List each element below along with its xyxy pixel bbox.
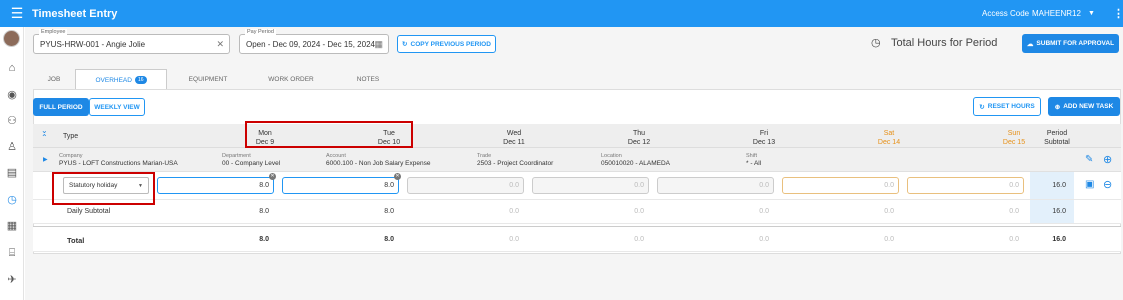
timer-icon[interactable]: ◷ <box>5 193 19 207</box>
clock-icon: ◷ <box>871 37 881 49</box>
tab-job[interactable]: JOB <box>33 69 75 90</box>
highlight-box-days <box>245 121 413 148</box>
employee-field[interactable]: Employee PYUS-HRW-001 - Angie Jolie ✕ <box>33 29 230 54</box>
flight-icon[interactable]: ✈ <box>5 273 19 287</box>
expand-icon[interactable]: ▶ <box>43 156 48 163</box>
hours-input-thu[interactable]: 0.0 <box>532 177 649 194</box>
app-title: Timesheet Entry <box>32 7 118 20</box>
edit-icon[interactable]: ✎ <box>1085 154 1093 165</box>
weekly-view-button[interactable]: WEEKLY VIEW <box>89 98 145 116</box>
calendar-icon[interactable]: ▦ <box>374 39 383 50</box>
period-subtotal-header: Period Subtotal <box>1044 130 1070 146</box>
total-row: Total 8.0 8.0 0.0 0.0 0.0 0.0 0.0 16.0 <box>33 226 1121 252</box>
hours-input-sat[interactable]: 0.0 <box>782 177 899 194</box>
reset-hours-button[interactable]: ↻ RESET HOURS <box>973 97 1041 116</box>
people-icon[interactable]: ⚇ <box>5 114 19 128</box>
hours-input-wed[interactable]: 0.0 <box>407 177 524 194</box>
day-header-sat: Sat Dec 14 <box>877 130 901 146</box>
tab-overhead[interactable]: OVERHEAD 16 <box>75 69 167 90</box>
daily-subtotal-row: Daily Subtotal 8.0 8.0 0.0 0.0 0.0 0.0 0… <box>33 200 1121 224</box>
add-circle-icon[interactable]: ⊕ <box>1103 153 1112 166</box>
hours-input-fri[interactable]: 0.0 <box>657 177 774 194</box>
more-vert-icon[interactable]: ⋮ <box>1113 7 1123 20</box>
access-code-label: Access Code <box>982 9 1030 18</box>
clear-icon[interactable]: ✕ <box>269 173 276 180</box>
add-circle-icon: ⊕ <box>1054 103 1061 111</box>
timesheet-grid: ⌄ ⌃ Type Mon Dec 9 Tue Dec 10 Wed Dec 11 Thu… <box>33 124 1121 254</box>
home-icon[interactable]: ⌂ <box>5 61 19 75</box>
task-group-row: ▶ Company PYUS - LOFT Constructions Maria… <box>33 148 1121 172</box>
access-code-value[interactable]: MAHEENR12 <box>1032 9 1081 18</box>
clear-icon[interactable]: ✕ <box>394 173 401 180</box>
calendar-icon[interactable]: ▦ <box>5 219 19 233</box>
day-header-thu: Thu Dec 12 <box>627 130 651 146</box>
refresh-icon: ↻ <box>979 103 985 111</box>
remove-circle-icon[interactable]: ⊖ <box>1103 178 1112 191</box>
account-icon[interactable]: ◉ <box>5 88 19 102</box>
chevron-down-icon[interactable]: ▼ <box>1088 10 1095 17</box>
tab-bar: JOB OVERHEAD 16 EQUIPMENT WORK ORDER NOTE… <box>33 69 403 90</box>
highlight-box-type <box>52 172 155 205</box>
comment-icon[interactable]: ▣ <box>1085 179 1094 190</box>
day-header-sun: Sun Dec 15 <box>1002 130 1026 146</box>
bank-icon[interactable]: ⌸ <box>5 246 19 260</box>
pay-period-field[interactable]: Pay Period Open - Dec 09, 2024 - Dec 15,… <box>239 29 389 54</box>
copy-previous-period-button[interactable]: ↻ COPY PREVIOUS PERIOD <box>397 35 496 53</box>
list-icon[interactable]: ▤ <box>5 166 19 180</box>
main-content: Employee PYUS-HRW-001 - Angie Jolie ✕ Pa… <box>25 27 1123 300</box>
menu-icon[interactable]: ☰ <box>6 5 28 22</box>
total-hours-label: Total Hours for Period <box>891 37 998 49</box>
collapse-all-icon[interactable]: ⌄ ⌃ <box>41 127 48 142</box>
app-header: ☰ Timesheet Entry Access Code MAHEENR12 … <box>0 0 1123 27</box>
refresh-icon: ↻ <box>402 41 408 48</box>
grid-header: ⌄ ⌃ Type Mon Dec 9 Tue Dec 10 Wed Dec 11 Thu… <box>33 124 1121 148</box>
day-header-fri: Fri Dec 13 <box>752 130 776 146</box>
hours-input-mon[interactable]: 8.0 ✕ <box>157 173 276 194</box>
person-icon[interactable]: ♙ <box>5 140 19 154</box>
submit-for-approval-button[interactable]: ☁ SUBMIT FOR APPROVAL <box>1022 34 1119 53</box>
tab-notes[interactable]: NOTES <box>333 69 403 90</box>
row-subtotal: 16.0 <box>1052 182 1066 189</box>
full-period-button[interactable]: FULL PERIOD <box>33 98 89 116</box>
add-new-task-button[interactable]: ⊕ ADD NEW TASK <box>1048 97 1120 116</box>
hours-input-tue[interactable]: 8.0 ✕ <box>282 173 401 194</box>
tab-work-order[interactable]: WORK ORDER <box>249 69 333 90</box>
count-badge: 16 <box>134 76 147 84</box>
cloud-upload-icon: ☁ <box>1026 40 1034 48</box>
entry-row: Statutory holiday ▼ 8.0 ✕ 8.0 ✕ 0.0 0.0 0.… <box>33 172 1121 200</box>
day-header-wed: Wed Dec 11 <box>503 130 525 146</box>
clear-icon[interactable]: ✕ <box>216 39 224 50</box>
hours-input-sun[interactable]: 0.0 <box>907 177 1024 194</box>
tab-equipment[interactable]: EQUIPMENT <box>167 69 249 90</box>
